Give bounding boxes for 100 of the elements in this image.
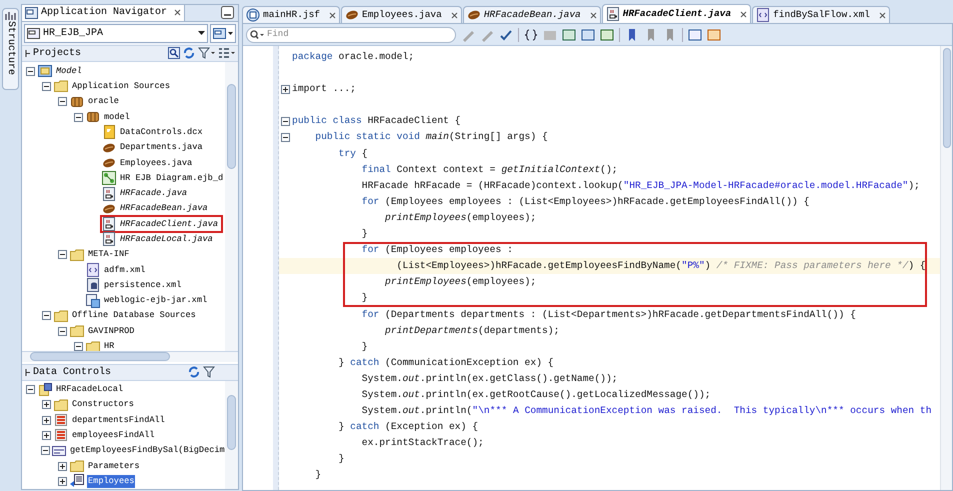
collapse-icon[interactable] — [58, 326, 67, 336]
close-icon[interactable] — [590, 12, 597, 18]
method-icon — [52, 444, 66, 458]
tree-item[interactable]: Employees.java — [119, 156, 194, 170]
collapse-icon[interactable] — [26, 385, 35, 394]
collapse-icon[interactable] — [74, 342, 83, 351]
search-icon[interactable] — [168, 47, 180, 60]
code-line: } — [360, 227, 368, 242]
tree-item[interactable]: HR — [103, 340, 116, 351]
collapse-icon[interactable] — [58, 250, 67, 260]
sync-icon[interactable] — [183, 47, 195, 60]
expand-icon[interactable] — [58, 462, 67, 471]
expand-icon[interactable] — [58, 476, 67, 486]
tree-item[interactable]: Model — [55, 64, 83, 78]
panel-icon[interactable] — [707, 28, 721, 42]
structure-tab[interactable]: Structure — [2, 8, 19, 90]
code-line: } — [338, 452, 344, 466]
vertical-scrollbar[interactable] — [225, 380, 238, 489]
collapse-icon[interactable] — [25, 368, 30, 376]
folder-icon — [70, 459, 84, 474]
tree-item[interactable]: HR EJB Diagram.ejb_d — [119, 172, 224, 185]
horizontal-scrollbar[interactable] — [22, 352, 238, 362]
tree-item[interactable]: employeesFindAll — [71, 429, 156, 442]
xml-file-icon — [756, 8, 770, 22]
collapse-icon[interactable] — [281, 116, 290, 126]
collapse-icon[interactable] — [58, 97, 67, 106]
close-icon[interactable] — [740, 10, 748, 18]
tree-item[interactable]: DataControls.dcx — [119, 126, 204, 139]
collapse-icon[interactable] — [42, 311, 51, 320]
panel-icon[interactable] — [688, 28, 702, 42]
tree-item[interactable]: HRFacadeLocal.java — [119, 233, 214, 246]
code-line: printDepartments(departments); — [384, 324, 560, 338]
close-icon[interactable] — [450, 12, 458, 18]
braces-icon[interactable] — [524, 28, 538, 42]
expand-icon[interactable] — [281, 84, 290, 94]
filter-icon[interactable] — [203, 366, 215, 378]
tree-item[interactable]: META-INF — [87, 248, 130, 262]
code-line: for (Employees employees : (List<Employees>)hRFacade.getEmployeesFindAll()) { — [360, 194, 810, 209]
tree-item[interactable]: HRFacadeClient.java — [119, 218, 219, 231]
collapse-icon[interactable] — [26, 66, 35, 76]
collapse-icon[interactable] — [74, 112, 83, 122]
collapse-icon[interactable] — [25, 50, 30, 57]
code-line: } — [314, 468, 322, 482]
tree-item[interactable]: GAVINPROD — [87, 324, 136, 338]
window-icon[interactable] — [600, 28, 614, 42]
tree-item[interactable]: Offline Database Sources — [71, 309, 197, 322]
application-menu-button[interactable] — [210, 24, 236, 43]
java-file-icon — [102, 186, 116, 201]
tree-item[interactable]: Departments.java — [119, 141, 204, 154]
tree-item[interactable]: Employees — [87, 474, 136, 488]
editor-tab[interactable]: mainHR.jsf — [242, 6, 340, 23]
tree-item[interactable]: weblogic-ejb-jar.xml — [103, 294, 208, 308]
close-icon[interactable] — [879, 12, 886, 18]
tree-item[interactable]: Constructors — [71, 398, 135, 412]
check-icon[interactable] — [499, 28, 513, 42]
navigator-title: Application Navigator — [41, 6, 168, 20]
code-line: HRFacade hRFacade = (HRFacade)context.lookup("HR_EJB_JPA-Model-HRFacade#oracle.model.HRFacade"); — [360, 178, 920, 193]
code-line: } — [360, 340, 368, 354]
editor-tab[interactable]: HRFacadeBean.java — [462, 6, 601, 23]
dropdown-caret-icon — [228, 32, 233, 35]
vertical-scrollbar[interactable] — [225, 62, 238, 351]
find-input[interactable]: Find — [267, 28, 452, 42]
collection-icon — [54, 428, 68, 442]
application-dropdown[interactable]: HR_EJB_JPA — [24, 24, 208, 43]
code-line: (List<Employees>)hRFacade.getEmployeesFindByName("P%") /* FIXME: Pass parameters here */) { — [396, 259, 926, 274]
close-icon[interactable] — [174, 9, 182, 16]
tree-item[interactable]: departmentsFindAll — [71, 414, 166, 427]
expand-icon[interactable] — [42, 400, 51, 410]
collapse-icon[interactable] — [281, 133, 290, 142]
window-icon[interactable] — [581, 28, 595, 42]
find-field[interactable]: Find — [246, 26, 456, 42]
data-file-icon — [102, 125, 116, 140]
editor-tab[interactable]: Employees.java — [341, 6, 462, 23]
expand-icon[interactable] — [42, 416, 51, 425]
editor-tab[interactable]: HRFacadeClient.java — [602, 4, 752, 23]
tree-item[interactable]: model — [103, 110, 131, 124]
tree-item[interactable]: getEmployeesFindBySal(BigDecim — [69, 444, 225, 458]
collapse-icon[interactable] — [41, 446, 50, 456]
vertical-scrollbar[interactable] — [940, 46, 952, 490]
collapse-icon[interactable] — [42, 82, 51, 91]
code-line: final Context context = getInitialContext(); — [360, 162, 618, 177]
tree-item[interactable]: adfm.xml — [103, 264, 146, 276]
sync-icon[interactable] — [188, 366, 200, 378]
tree-item[interactable]: Parameters — [87, 460, 141, 472]
bean-icon — [102, 202, 116, 216]
close-icon[interactable] — [329, 12, 336, 18]
tree-item[interactable]: Application Sources — [71, 80, 171, 93]
navigator-tab[interactable]: Application Navigator — [22, 5, 186, 21]
diagram-icon — [102, 171, 116, 186]
tree-item[interactable]: HRFacadeLocal — [55, 383, 124, 396]
tree-item[interactable]: HRFacadeBean.java — [119, 202, 209, 216]
options-icon[interactable] — [218, 47, 235, 60]
tree-item[interactable]: HRFacade.java — [119, 187, 188, 200]
filter-icon[interactable] — [198, 47, 215, 60]
minimize-icon[interactable] — [221, 6, 234, 20]
expand-icon[interactable] — [42, 430, 51, 440]
tree-item[interactable]: oracle — [87, 95, 120, 108]
window-icon[interactable] — [562, 28, 576, 42]
editor-tab[interactable]: findBySalFlow.xml — [752, 6, 890, 23]
tree-item[interactable]: persistence.xml — [103, 278, 182, 292]
